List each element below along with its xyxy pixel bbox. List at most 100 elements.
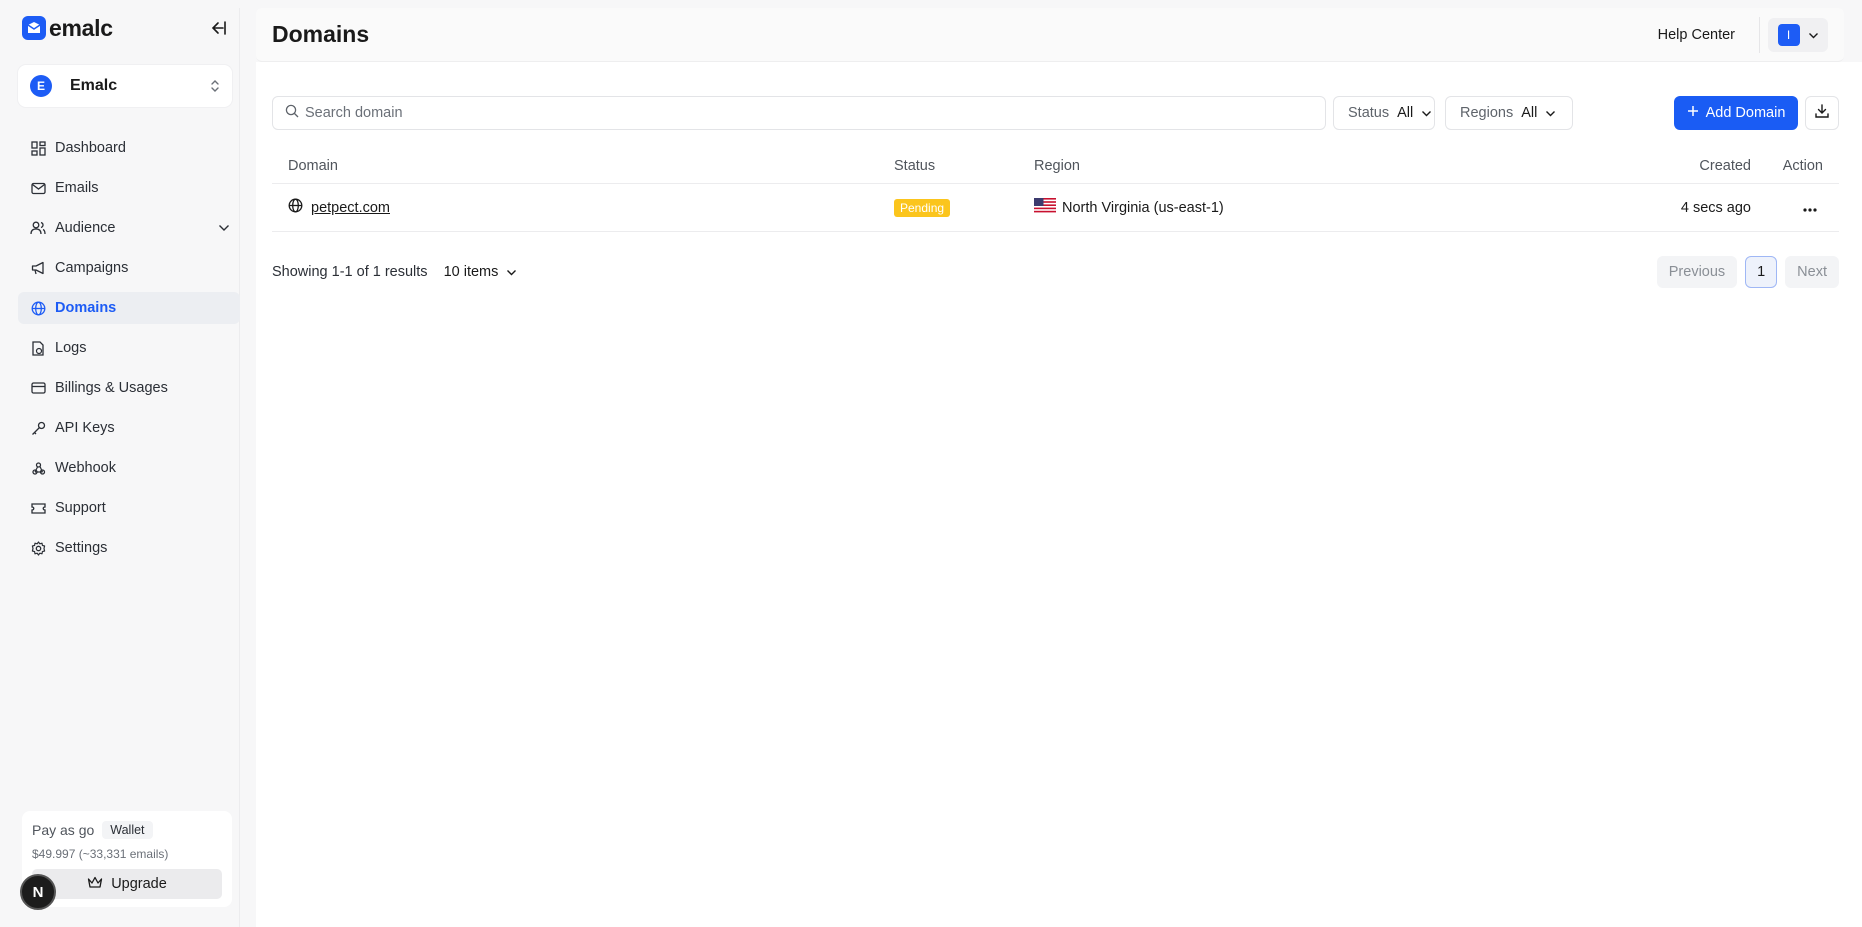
sidebar-item-label: Webhook (55, 460, 116, 476)
collapse-sidebar-icon[interactable] (209, 18, 229, 38)
user-menu[interactable]: I (1768, 17, 1828, 52)
webhook-icon (30, 460, 46, 476)
regions-filter-label: Regions (1460, 105, 1514, 121)
column-header-action: Action (1782, 157, 1823, 174)
domain-cell: petpect.com (288, 198, 390, 217)
download-button[interactable] (1805, 96, 1839, 130)
us-flag-icon (1034, 198, 1056, 217)
sidebar-item-label: Billings & Usages (55, 380, 168, 396)
help-center-link[interactable]: Help Center (1658, 16, 1760, 53)
brand-logo-icon (22, 16, 46, 40)
status-badge: Pending (894, 198, 951, 217)
sidebar-nav: Dashboard Emails Audience Campaigns Doma… (18, 132, 240, 572)
sidebar-item-emails[interactable]: Emails (18, 172, 240, 204)
users-icon (30, 220, 46, 236)
key-icon (30, 420, 46, 436)
next-page-button[interactable]: Next (1785, 256, 1839, 288)
sidebar-item-audience[interactable]: Audience (18, 212, 240, 244)
previous-page-button[interactable]: Previous (1656, 256, 1738, 288)
dashboard-icon (30, 140, 46, 156)
regions-filter[interactable]: Regions All (1445, 96, 1573, 130)
column-header-domain[interactable]: Domain (288, 158, 338, 174)
search-input[interactable] (305, 105, 1325, 121)
sidebar-item-campaigns[interactable]: Campaigns (18, 252, 240, 284)
per-page-select[interactable]: 10 items (444, 264, 518, 280)
sidebar-item-api-keys[interactable]: API Keys (18, 412, 240, 444)
domains-table: Domain Status Region Created Action petp… (272, 148, 1839, 232)
upgrade-label: Upgrade (111, 876, 167, 892)
more-horizontal-icon (1803, 200, 1817, 216)
upgrade-button[interactable]: Upgrade (32, 869, 222, 899)
results-summary: Showing 1-1 of 1 results (272, 264, 428, 280)
page-title: Domains (272, 21, 370, 47)
dev-tools-badge[interactable]: N (20, 874, 56, 910)
sidebar-item-label: Campaigns (55, 260, 129, 276)
regions-filter-value: All (1521, 105, 1538, 121)
region-cell: North Virginia (us-east-1) (1034, 198, 1224, 217)
sidebar-item-label: Domains (55, 300, 117, 316)
brand[interactable]: emalc (22, 14, 113, 41)
sidebar-item-webhook[interactable]: Webhook (18, 452, 240, 484)
column-header-created[interactable]: Created (1699, 158, 1751, 174)
sidebar-item-settings[interactable]: Settings (18, 532, 240, 564)
sidebar-item-dashboard[interactable]: Dashboard (18, 132, 240, 164)
per-page-value: 10 items (443, 264, 499, 280)
status-cell: Pending (894, 198, 951, 217)
search-box (272, 96, 1326, 130)
sidebar-item-label: Dashboard (55, 140, 126, 156)
sidebar-item-support[interactable]: Support (18, 492, 240, 524)
logs-icon (30, 340, 46, 356)
row-actions-button[interactable] (1797, 195, 1823, 221)
brand-name: emalc (49, 14, 113, 41)
user-avatar: I (1777, 23, 1800, 46)
workspace-switcher[interactable]: E Emalc (18, 65, 232, 107)
workspace-name: Emalc (70, 77, 118, 94)
download-icon (1814, 103, 1830, 123)
column-header-status[interactable]: Status (894, 158, 935, 174)
main-content: Status All Regions All Add Domain Domain… (256, 62, 1862, 927)
app: emalc E Emalc Dashboard Emails Audience (0, 0, 1862, 927)
wallet-balance: $49.997 (~33,331 emails) (32, 847, 169, 861)
megaphone-icon (30, 260, 46, 276)
sidebar-item-label: Settings (55, 540, 108, 556)
pagination-bar: Showing 1-1 of 1 results 10 items Previo… (272, 256, 1839, 288)
wallet-chip[interactable]: Wallet (102, 821, 153, 839)
chevron-down-icon (1421, 105, 1432, 121)
plus-icon (1687, 105, 1699, 121)
search-icon (285, 104, 299, 122)
sidebar-item-label: Logs (55, 340, 87, 356)
region-name: North Virginia (us-east-1) (1062, 199, 1224, 216)
add-domain-label: Add Domain (1705, 105, 1786, 121)
table-header: Domain Status Region Created Action (272, 148, 1839, 184)
table-row[interactable]: petpect.com Pending North Virginia (us-e… (272, 184, 1839, 232)
plan-label: Pay as go (32, 822, 95, 838)
sidebar: emalc E Emalc Dashboard Emails Audience (8, 8, 240, 927)
add-domain-button[interactable]: Add Domain (1674, 96, 1798, 130)
status-filter[interactable]: Status All (1333, 96, 1435, 130)
sidebar-item-logs[interactable]: Logs (18, 332, 240, 364)
gear-icon (30, 540, 46, 556)
sidebar-item-domains[interactable]: Domains (18, 292, 240, 324)
sidebar-item-label: API Keys (55, 420, 115, 436)
mail-icon (30, 180, 46, 196)
domain-link[interactable]: petpect.com (311, 200, 390, 216)
chevron-down-icon (1545, 105, 1556, 121)
sidebar-item-billings[interactable]: Billings & Usages (18, 372, 240, 404)
chevron-down-icon (506, 264, 517, 280)
topbar: Domains Help Center I (256, 8, 1844, 62)
workspace-avatar: E (30, 75, 52, 97)
status-filter-label: Status (1348, 105, 1390, 121)
chevron-down-icon[interactable] (218, 224, 230, 232)
card-icon (30, 380, 46, 396)
ticket-icon (30, 500, 46, 516)
status-filter-value: All (1397, 105, 1414, 121)
sidebar-item-label: Support (55, 500, 106, 516)
chevron-down-icon (1808, 26, 1819, 43)
chevrons-up-down-icon (210, 79, 220, 93)
sidebar-item-label: Emails (55, 180, 99, 196)
created-cell: 4 secs ago (1680, 199, 1751, 216)
pagination: Previous 1 Next (1656, 256, 1839, 288)
column-header-region[interactable]: Region (1034, 158, 1080, 174)
globe-icon (30, 300, 46, 316)
page-number-button[interactable]: 1 (1745, 256, 1778, 288)
